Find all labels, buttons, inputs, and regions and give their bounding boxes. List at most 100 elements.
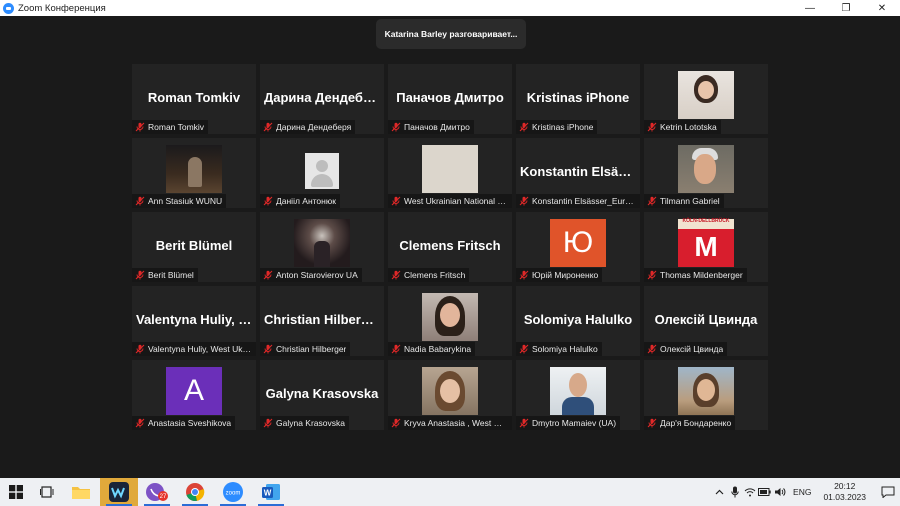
participant-name-label: Christian Hilberger xyxy=(276,344,347,354)
close-button[interactable]: ✕ xyxy=(864,0,900,16)
volume-tray-button[interactable] xyxy=(772,478,787,506)
participant-name-label: Galyna Krasovska xyxy=(276,418,345,428)
participant-tile[interactable]: Ann Stasiuk WUNU xyxy=(132,138,256,208)
participant-name-bar: Tilmann Gabriel xyxy=(644,194,724,208)
muted-mic-icon xyxy=(391,270,401,280)
chevron-up-icon xyxy=(715,489,724,495)
participant-display-name: Roman Tomkiv xyxy=(147,90,241,105)
participant-tile[interactable]: Galyna Krasovska Galyna Krasovska xyxy=(260,360,384,430)
participant-tile[interactable]: Kristinas iPhone Kristinas iPhone xyxy=(516,64,640,134)
participant-tile[interactable]: Данііл Антонюк xyxy=(260,138,384,208)
chrome-button[interactable] xyxy=(176,478,214,506)
show-hidden-icons-button[interactable] xyxy=(712,478,727,506)
start-button[interactable] xyxy=(0,478,32,506)
participant-display-name: Дарина Дендеберя xyxy=(264,90,384,105)
participant-tile[interactable]: Nadia Babarykina xyxy=(388,286,512,356)
clock-date: 01.03.2023 xyxy=(823,492,866,502)
participant-display-name: Олексій Цвинда xyxy=(654,312,758,327)
participant-tile[interactable]: Clemens Fritsch Clemens Fritsch xyxy=(388,212,512,282)
windows-logo-icon xyxy=(9,485,23,499)
participant-name-bar: Паначов Дмитро xyxy=(388,120,474,134)
muted-mic-icon xyxy=(647,270,657,280)
participant-tile[interactable]: Дар'я Бондаренко xyxy=(644,360,768,430)
wifi-tray-button[interactable] xyxy=(742,478,757,506)
viber-button[interactable]: 27 xyxy=(138,478,176,506)
taskbar-clock[interactable]: 20:12 01.03.2023 xyxy=(823,481,866,503)
participant-avatar-image xyxy=(166,145,222,193)
participant-name-bar: Clemens Fritsch xyxy=(388,268,470,282)
chrome-icon xyxy=(186,483,205,502)
participant-tile[interactable]: Valentyna Huliy, West Ukrainian Valentyna… xyxy=(132,286,256,356)
participant-tile[interactable]: Ketrin Lototska xyxy=(644,64,768,134)
participant-tile[interactable]: Паначов Дмитро Паначов Дмитро xyxy=(388,64,512,134)
participant-tile[interactable]: Дарина Дендеберя Дарина Дендеберя xyxy=(260,64,384,134)
clock-time: 20:12 xyxy=(834,481,856,491)
participant-name-bar: Anton Starovierov UA xyxy=(260,268,362,282)
participant-tile[interactable]: Solomiya Halulko Solomiya Halulko xyxy=(516,286,640,356)
battery-tray-button[interactable] xyxy=(757,478,772,506)
wondershare-button[interactable] xyxy=(100,478,138,506)
task-view-button[interactable] xyxy=(32,478,62,506)
participant-name-bar: Ketrin Lototska xyxy=(644,120,721,134)
participant-name-bar: West Ukrainian National University xyxy=(388,194,512,208)
participant-name-label: Valentyna Huliy, West Ukrainian xyxy=(148,344,252,354)
poster-caption: KÖLN-DELLBRÜCK xyxy=(678,219,734,229)
maximize-button[interactable]: ❐ xyxy=(828,0,864,16)
participant-name-bar: Олексій Цвинда xyxy=(644,342,728,356)
participant-tile[interactable]: Ю Юрій Мироненко xyxy=(516,212,640,282)
participant-tile[interactable]: Dmytro Mamaiev (UA) xyxy=(516,360,640,430)
muted-mic-icon xyxy=(519,418,529,428)
participant-name-bar: Berit Blümel xyxy=(132,268,198,282)
participant-avatar-image xyxy=(678,367,734,415)
muted-mic-icon xyxy=(519,270,529,280)
participant-name-label: Kryva Anastasia , West Ukrainian xyxy=(404,418,508,428)
participant-tile[interactable]: Berit Blümel Berit Blümel xyxy=(132,212,256,282)
participant-name-label: Clemens Fritsch xyxy=(404,270,466,280)
muted-mic-icon xyxy=(135,344,145,354)
participant-name-bar: Дар'я Бондаренко xyxy=(644,416,736,430)
input-language[interactable]: ENG xyxy=(793,487,811,497)
window-titlebar[interactable]: Zoom Конференция — ❐ ✕ xyxy=(0,0,900,16)
minimize-button[interactable]: — xyxy=(792,0,828,16)
participant-name-label: Ketrin Lototska xyxy=(660,122,717,132)
participant-tile[interactable]: Олексій Цвинда Олексій Цвинда xyxy=(644,286,768,356)
file-explorer-button[interactable] xyxy=(62,478,100,506)
zoom-logo-icon xyxy=(3,2,14,14)
speaker-icon xyxy=(774,488,785,496)
participant-avatar-image xyxy=(294,219,350,267)
participant-avatar-image xyxy=(678,71,734,119)
microphone-tray-button[interactable] xyxy=(727,478,742,506)
participant-name-label: Tilmann Gabriel xyxy=(660,196,720,206)
participant-name-label: Anastasia Sveshikova xyxy=(148,418,232,428)
zoom-button[interactable]: zoom xyxy=(214,478,252,506)
participant-tile[interactable]: A Anastasia Sveshikova xyxy=(132,360,256,430)
participant-tile[interactable]: Anton Starovierov UA xyxy=(260,212,384,282)
participant-name-bar: Dmytro Mamaiev (UA) xyxy=(516,416,621,430)
participant-name-bar: Anastasia Sveshikova xyxy=(132,416,236,430)
participant-tile[interactable]: Tilmann Gabriel xyxy=(644,138,768,208)
participant-name-label: Roman Tomkiv xyxy=(148,122,205,132)
participant-tile[interactable]: KÖLN-DELLBRÜCK M Thomas Mildenberger xyxy=(644,212,768,282)
notification-center-button[interactable] xyxy=(876,478,900,506)
word-icon: W xyxy=(262,484,280,500)
participant-tile[interactable]: Roman Tomkiv Roman Tomkiv xyxy=(132,64,256,134)
speaking-banner: Katarina Barley разговаривает... xyxy=(376,19,526,49)
participant-avatar-image xyxy=(550,367,606,415)
participant-avatar-letter: A xyxy=(166,367,222,415)
viber-badge: 27 xyxy=(160,494,167,500)
participant-name-bar: Galyna Krasovska xyxy=(260,416,349,430)
zoom-icon: zoom xyxy=(223,482,243,502)
muted-mic-icon xyxy=(263,196,273,206)
participant-tile[interactable]: West Ukrainian National University xyxy=(388,138,512,208)
participant-name-bar: Ann Stasiuk WUNU xyxy=(132,194,227,208)
notification-icon xyxy=(881,486,895,498)
participant-name-bar: Kristinas iPhone xyxy=(516,120,598,134)
svg-text:W: W xyxy=(264,489,272,498)
participant-name-label: West Ukrainian National University xyxy=(404,196,508,206)
participant-tile[interactable]: Kryva Anastasia , West Ukrainian xyxy=(388,360,512,430)
participant-name-bar: Kryva Anastasia , West Ukrainian xyxy=(388,416,512,430)
word-button[interactable]: W xyxy=(252,478,290,506)
participant-name-label: Олексій Цвинда xyxy=(660,344,724,354)
participant-tile[interactable]: Christian Hilberger Christian Hilberger xyxy=(260,286,384,356)
participant-tile[interactable]: Konstantin Elsässer Konstantin Elsässer_E… xyxy=(516,138,640,208)
